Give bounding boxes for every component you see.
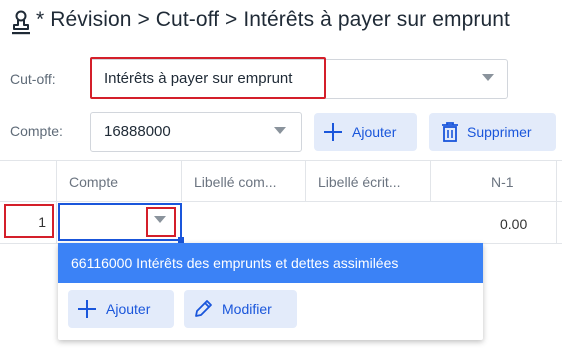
- column-divider: [181, 160, 182, 202]
- row-number: 1: [4, 204, 54, 238]
- column-divider: [430, 160, 431, 202]
- chevron-down-icon[interactable]: [274, 127, 286, 134]
- cutoff-select-value[interactable]: Intérêts à payer sur emprunt: [90, 57, 326, 99]
- chevron-down-icon[interactable]: [154, 216, 166, 223]
- page-title: * Révision > Cut-off > Intérêts à payer …: [36, 8, 510, 31]
- plus-icon: [78, 300, 96, 318]
- column-divider: [56, 160, 57, 244]
- add-button-label: Ajouter: [352, 124, 397, 140]
- dropdown-option[interactable]: 66116000 Intérêts des emprunts et dettes…: [58, 243, 483, 283]
- dropdown-add-button[interactable]: Ajouter: [68, 290, 174, 328]
- column-header-libelle-ecriture[interactable]: Libellé écrit...: [318, 174, 400, 190]
- compte-label: Compte:: [10, 123, 63, 139]
- pencil-icon: [195, 300, 212, 317]
- add-button[interactable]: Ajouter: [314, 113, 417, 151]
- column-header-libelle-commentaire[interactable]: Libellé com...: [194, 174, 276, 190]
- stamp-icon: [10, 10, 32, 36]
- plus-icon: [324, 123, 342, 141]
- column-header-n1[interactable]: N-1: [491, 174, 514, 190]
- delete-button-label: Supprimer: [467, 124, 532, 140]
- column-header-compte[interactable]: Compte: [69, 174, 118, 190]
- trash-icon: [442, 122, 458, 142]
- cutoff-label: Cut-off:: [10, 71, 56, 87]
- delete-button[interactable]: Supprimer: [429, 113, 556, 151]
- table-divider: [0, 201, 562, 202]
- dropdown-edit-label: Modifier: [222, 301, 272, 317]
- column-divider: [556, 160, 557, 244]
- column-divider: [305, 160, 306, 202]
- dropdown-add-label: Ajouter: [106, 301, 151, 317]
- chevron-down-icon[interactable]: [482, 74, 494, 81]
- n1-cell: 0.00: [500, 216, 528, 232]
- table-divider: [0, 160, 562, 161]
- compte-select-value[interactable]: 16888000: [104, 123, 171, 140]
- dropdown-edit-button[interactable]: Modifier: [184, 290, 297, 328]
